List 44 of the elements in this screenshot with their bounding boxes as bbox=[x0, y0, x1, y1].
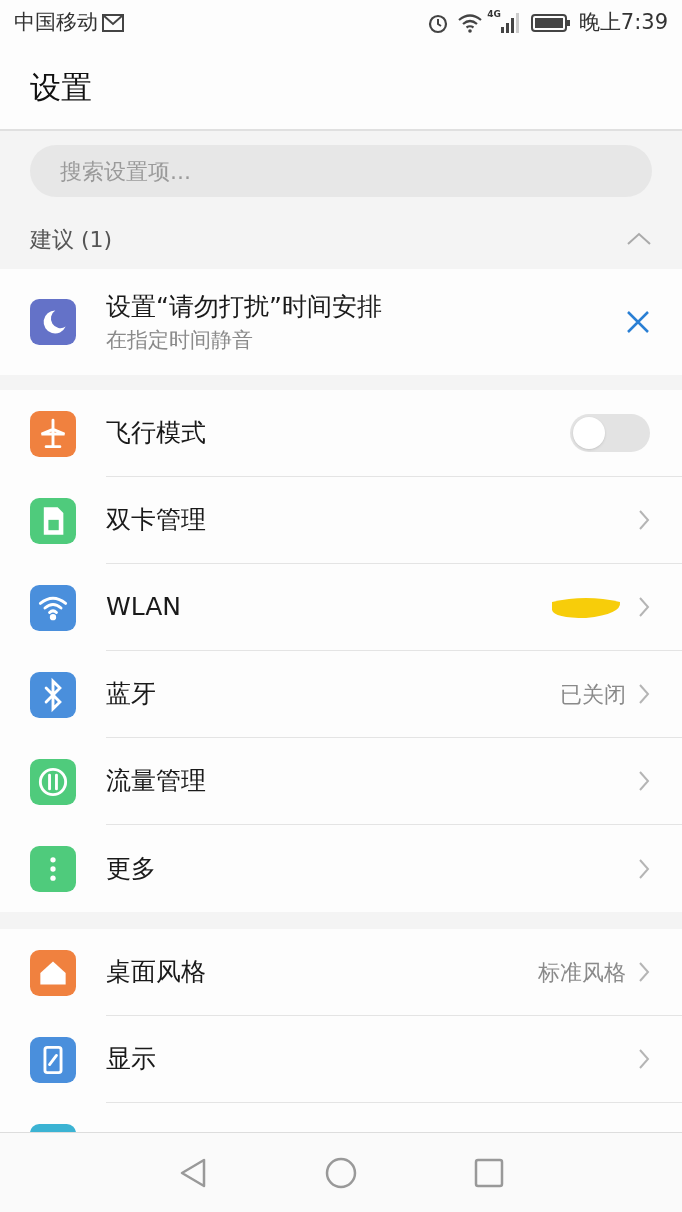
settings-row[interactable]: 流量管理 bbox=[0, 738, 682, 825]
clock-time: 晚上7:39 bbox=[578, 8, 668, 36]
settings-row[interactable]: WLAN bbox=[0, 564, 682, 651]
row-label: 蓝牙 bbox=[106, 678, 157, 711]
settings-row[interactable]: 蓝牙 已关闭 bbox=[0, 651, 682, 738]
page-title: 设置 bbox=[30, 67, 92, 107]
row-label: 显示 bbox=[106, 1043, 157, 1076]
chevron-icon bbox=[638, 509, 650, 531]
settings-row[interactable]: 双卡管理 bbox=[0, 477, 682, 564]
settings-row[interactable]: 飞行模式 bbox=[0, 390, 682, 477]
chevron-icon bbox=[638, 961, 650, 983]
row-label: 双卡管理 bbox=[106, 504, 207, 537]
recents-icon[interactable] bbox=[473, 1157, 504, 1188]
suggestion-card[interactable]: 设置“请勿打扰”时间安排 在指定时间静音 bbox=[0, 269, 682, 375]
row-label: WLAN bbox=[106, 591, 183, 624]
moon-icon bbox=[30, 299, 76, 345]
row-value: 已关闭 bbox=[560, 680, 626, 709]
section-header: 建议 (1) bbox=[30, 225, 114, 254]
chevron-icon bbox=[638, 683, 650, 705]
battery-icon bbox=[530, 12, 571, 33]
signal-icon bbox=[500, 12, 519, 33]
chevron-icon bbox=[638, 770, 650, 792]
wifi-icon bbox=[457, 12, 484, 33]
collapse-chevron-icon[interactable] bbox=[626, 232, 652, 246]
suggestion-subtitle: 在指定时间静音 bbox=[106, 327, 254, 354]
chevron-icon bbox=[638, 596, 650, 618]
chevron-icon bbox=[638, 1048, 650, 1070]
search-field[interactable]: 搜索设置项... bbox=[30, 145, 652, 197]
row-label: 桌面风格 bbox=[106, 956, 207, 989]
row-label: 更多 bbox=[106, 852, 157, 885]
settings-row[interactable]: 桌面风格 标准风格 bbox=[0, 929, 682, 1016]
row-value: 标准风格 bbox=[538, 958, 626, 987]
settings-row[interactable]: 更多 bbox=[0, 825, 682, 912]
network-type: 4G bbox=[487, 8, 501, 21]
settings-row[interactable]: 显示 bbox=[0, 1016, 682, 1103]
carrier-name: 中国移动 bbox=[14, 8, 98, 36]
mail-icon bbox=[102, 13, 124, 32]
row-label: 流量管理 bbox=[106, 765, 207, 798]
chevron-icon bbox=[638, 857, 650, 880]
row-label: 飞行模式 bbox=[106, 417, 207, 450]
close-icon[interactable] bbox=[626, 310, 650, 334]
suggestion-title: 设置“请勿打扰”时间安排 bbox=[106, 290, 383, 323]
toggle-switch[interactable] bbox=[570, 414, 650, 452]
home-icon[interactable] bbox=[325, 1156, 357, 1189]
